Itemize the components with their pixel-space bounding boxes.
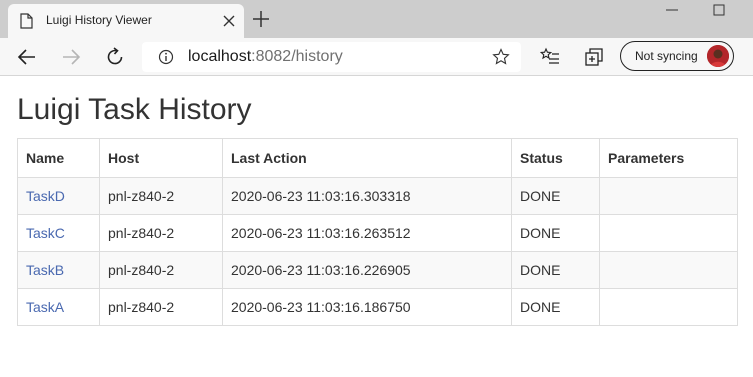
- task-link[interactable]: TaskD: [26, 188, 65, 204]
- table-header-row: Name Host Last Action Status Parameters: [17, 138, 738, 178]
- avatar: [707, 45, 729, 67]
- plus-icon[interactable]: [252, 10, 270, 28]
- favorites-list-icon[interactable]: [540, 47, 560, 67]
- url-text[interactable]: localhost:8082/history: [188, 48, 343, 66]
- history-table: Name Host Last Action Status Parameters …: [17, 138, 738, 326]
- url-path: :8082/history: [251, 48, 343, 65]
- page-icon: [20, 13, 33, 29]
- cell-status: DONE: [511, 177, 600, 215]
- tab-title: Luigi History Viewer: [46, 13, 152, 27]
- forward-arrow-icon[interactable]: [60, 46, 82, 68]
- browser-titlebar: Luigi History Viewer: [0, 0, 753, 38]
- cell-name: TaskC: [17, 214, 100, 252]
- column-header-parameters: Parameters: [599, 138, 738, 178]
- cell-parameters: [599, 214, 738, 252]
- cell-last-action: 2020-06-23 11:03:16.303318: [222, 177, 512, 215]
- browser-toolbar: localhost:8082/history Not syncing: [0, 38, 753, 76]
- cell-last-action: 2020-06-23 11:03:16.186750: [222, 288, 512, 326]
- cell-parameters: [599, 288, 738, 326]
- profile-button[interactable]: Not syncing: [620, 41, 734, 71]
- table-row: TaskC pnl-z840-2 2020-06-23 11:03:16.263…: [17, 214, 738, 252]
- collections-icon[interactable]: [584, 47, 604, 67]
- cell-status: DONE: [511, 288, 600, 326]
- profile-label: Not syncing: [635, 49, 698, 63]
- column-header-name: Name: [17, 138, 100, 178]
- browser-tab[interactable]: Luigi History Viewer: [8, 4, 244, 38]
- task-link[interactable]: TaskC: [26, 225, 65, 241]
- address-bar[interactable]: localhost:8082/history: [142, 42, 521, 72]
- cell-name: TaskD: [17, 177, 100, 215]
- cell-host: pnl-z840-2: [99, 251, 223, 289]
- cell-host: pnl-z840-2: [99, 214, 223, 252]
- table-row: TaskA pnl-z840-2 2020-06-23 11:03:16.186…: [17, 288, 738, 326]
- column-header-host: Host: [99, 138, 223, 178]
- maximize-icon[interactable]: [708, 0, 732, 20]
- info-icon[interactable]: [158, 49, 174, 65]
- star-icon[interactable]: [492, 48, 510, 66]
- table-row: TaskB pnl-z840-2 2020-06-23 11:03:16.226…: [17, 251, 738, 289]
- page-title: Luigi Task History: [17, 93, 252, 126]
- task-link[interactable]: TaskA: [26, 299, 64, 315]
- avatar-image: [707, 45, 729, 67]
- cell-name: TaskA: [17, 288, 100, 326]
- cell-parameters: [599, 251, 738, 289]
- column-header-last-action: Last Action: [222, 138, 512, 178]
- column-header-status: Status: [511, 138, 600, 178]
- cell-parameters: [599, 177, 738, 215]
- close-icon[interactable]: [222, 14, 236, 28]
- cell-host: pnl-z840-2: [99, 288, 223, 326]
- refresh-icon[interactable]: [104, 46, 126, 68]
- cell-status: DONE: [511, 214, 600, 252]
- cell-host: pnl-z840-2: [99, 177, 223, 215]
- cell-name: TaskB: [17, 251, 100, 289]
- task-link[interactable]: TaskB: [26, 262, 64, 278]
- minimize-icon[interactable]: [660, 2, 684, 18]
- cell-status: DONE: [511, 251, 600, 289]
- url-host: localhost: [188, 48, 252, 65]
- back-arrow-icon[interactable]: [16, 46, 38, 68]
- cell-last-action: 2020-06-23 11:03:16.226905: [222, 251, 512, 289]
- cell-last-action: 2020-06-23 11:03:16.263512: [222, 214, 512, 252]
- table-row: TaskD pnl-z840-2 2020-06-23 11:03:16.303…: [17, 177, 738, 215]
